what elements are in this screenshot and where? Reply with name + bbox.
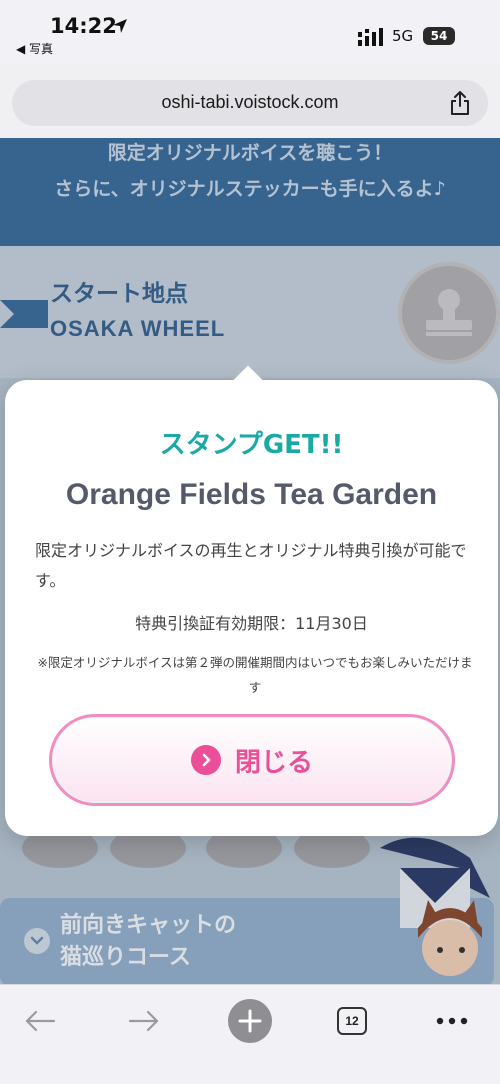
tabs-button[interactable]: 12 (330, 999, 374, 1043)
tab-count: 12 (337, 1007, 367, 1035)
expiry-text: 特典引換証有効期限：11月30日 (135, 614, 368, 633)
browser-toolbar: 12 (0, 984, 500, 1084)
chevron-right-icon (190, 745, 221, 775)
cellular-signal-icon (358, 28, 383, 46)
plus-icon (238, 1009, 262, 1033)
more-button[interactable] (430, 999, 474, 1043)
network-type: 5G (392, 27, 414, 45)
arrow-right-icon (128, 1010, 159, 1032)
stamp-acquired-dialog: スタンプGET!! Orange Fields Tea Garden 限定オリジ… (5, 365, 498, 836)
dialog-body-text: 限定オリジナルボイスの再生とオリジナル特典引換が可能です。 (35, 541, 467, 590)
share-icon[interactable] (448, 90, 472, 116)
back-to-app-link[interactable]: ◀ 写真 (16, 40, 53, 57)
dialog-heading: スタンプGET!! (159, 430, 344, 460)
forward-button[interactable] (122, 999, 166, 1043)
back-button[interactable] (18, 999, 62, 1043)
dialog-note: ※限定オリジナルボイスは第２弾の開催期間内はいつでもお楽しみいただけます (37, 655, 473, 695)
clock: 14:22 (50, 14, 117, 38)
new-tab-button[interactable] (228, 999, 272, 1043)
arrow-left-icon (25, 1010, 56, 1032)
status-bar: 14:22 ◀ 写真 5G 54 (0, 0, 500, 64)
close-button-label: 閉じる (234, 747, 313, 778)
location-arrow-icon (113, 19, 127, 33)
close-button[interactable]: 閉じる (49, 714, 455, 806)
more-dots-icon (436, 1017, 468, 1025)
url-text[interactable]: oshi-tabi.voistock.com (12, 92, 488, 113)
address-bar[interactable]: oshi-tabi.voistock.com (12, 80, 488, 126)
location-title: Orange Fields Tea Garden (65, 478, 438, 511)
battery-indicator: 54 (423, 27, 455, 45)
